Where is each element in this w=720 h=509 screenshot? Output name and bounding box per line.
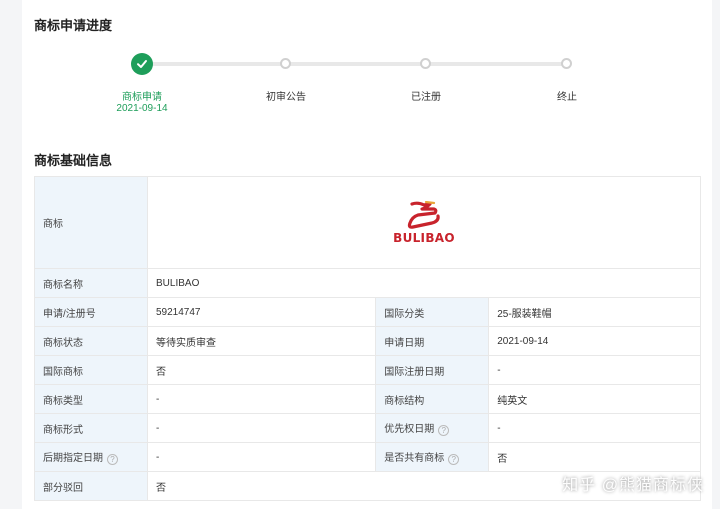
info-title: 商标基础信息 — [34, 153, 113, 168]
shared-mark-cell: 是否共有商标? — [375, 442, 490, 472]
step-date-apply: 2021-09-14 — [116, 103, 168, 114]
intl-class-value: 25-服装鞋帽 — [488, 297, 701, 327]
table-row: 商标名称 BULIBAO — [34, 268, 701, 298]
later-date-cell: 后期指定日期? — [34, 442, 148, 472]
logo-cell: BULIBAO — [147, 176, 701, 269]
progress-track — [142, 62, 567, 66]
step-done-check-icon — [131, 53, 153, 75]
intl-mark-value: 否 — [146, 355, 377, 385]
apply-date-label: 申请日期 — [375, 326, 490, 356]
logo-mark-icon — [407, 200, 440, 229]
table-row: 后期指定日期? - 是否共有商标? 否 — [34, 442, 701, 472]
shared-mark-value: 否 — [488, 442, 701, 472]
progress-title: 商标申请进度 — [34, 18, 113, 33]
later-date-label: 后期指定日期 — [43, 453, 103, 464]
priority-date-value: - — [488, 413, 701, 443]
table-row: 商标类型 - 商标结构 纯英文 — [34, 384, 701, 414]
trademark-panel: 商标申请进度 商标申请 2021-09-14 初审公告 已注册 终止 商标基础信… — [22, 0, 712, 509]
logo-label: 商标 — [34, 176, 148, 269]
reg-no-value: 59214747 — [146, 297, 377, 327]
priority-date-label: 优先权日期 — [384, 424, 435, 435]
apply-date-value: 2021-09-14 — [488, 326, 701, 356]
step-label-review: 初审公告 — [266, 92, 306, 103]
mark-type-label: 商标类型 — [34, 384, 148, 414]
table-row: 商标 BULIBAO — [34, 176, 701, 269]
reg-no-label: 申请/注册号 — [34, 297, 148, 327]
table-row: 商标形式 - 优先权日期? - — [34, 413, 701, 443]
watermark: 知乎 @熊猫商标侠 — [562, 477, 704, 494]
table-row: 申请/注册号 59214747 国际分类 25-服装鞋帽 — [34, 297, 701, 327]
intl-class-label: 国际分类 — [375, 297, 490, 327]
mark-structure-value: 纯英文 — [488, 384, 701, 414]
partial-reject-label: 部分驳回 — [34, 471, 148, 501]
logo-text: BULIBAO — [393, 230, 455, 245]
step-label-registered: 已注册 — [411, 92, 441, 103]
mark-type-value: - — [146, 384, 377, 414]
trademark-logo: BULIBAO — [388, 188, 460, 258]
name-value: BULIBAO — [147, 268, 701, 298]
name-label: 商标名称 — [34, 268, 148, 298]
help-icon[interactable]: ? — [448, 454, 460, 465]
status-value: 等待实质审查 — [146, 326, 377, 356]
help-icon[interactable]: ? — [107, 454, 118, 465]
step-node-review — [280, 58, 291, 69]
status-label: 商标状态 — [34, 326, 148, 356]
table-row: 国际商标 否 国际注册日期 - — [34, 355, 701, 385]
mark-structure-label: 商标结构 — [375, 384, 490, 414]
mark-form-label: 商标形式 — [34, 413, 148, 443]
mark-form-value: - — [146, 413, 377, 443]
help-icon[interactable]: ? — [438, 425, 450, 436]
shared-mark-label: 是否共有商标 — [384, 453, 445, 464]
step-label-terminated: 终止 — [557, 92, 577, 103]
later-date-value: - — [146, 442, 377, 472]
trademark-info-table: 商标 BULIBAO 商标名称 BULIBAO 申请/注册号 59214747 … — [34, 176, 701, 501]
priority-date-cell: 优先权日期? — [375, 413, 490, 443]
intl-reg-date-value: - — [488, 355, 701, 385]
table-row: 商标状态 等待实质审查 申请日期 2021-09-14 — [34, 326, 701, 356]
intl-reg-date-label: 国际注册日期 — [375, 355, 490, 385]
step-label-apply: 商标申请 — [122, 92, 162, 103]
step-node-registered — [420, 58, 431, 69]
intl-mark-label: 国际商标 — [34, 355, 148, 385]
step-node-terminated — [561, 58, 572, 69]
progress-stepper: 商标申请 2021-09-14 初审公告 已注册 终止 — [22, 50, 712, 120]
